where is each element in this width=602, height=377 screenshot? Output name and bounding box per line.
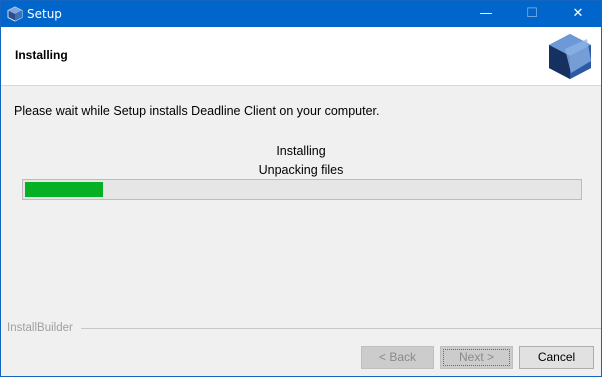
footer-divider bbox=[81, 328, 601, 329]
back-button[interactable]: < Back bbox=[361, 346, 434, 369]
install-message: Please wait while Setup installs Deadlin… bbox=[14, 104, 380, 118]
setup-window: Setup — ☐ ✕ Installing Please wait while… bbox=[0, 0, 602, 377]
next-button[interactable]: Next > bbox=[440, 346, 513, 369]
app-icon bbox=[7, 6, 23, 22]
window-title: Setup bbox=[27, 7, 62, 21]
cancel-button[interactable]: Cancel bbox=[519, 346, 594, 369]
cube-logo-icon bbox=[549, 34, 591, 79]
close-button[interactable]: ✕ bbox=[555, 1, 601, 27]
focus-ring bbox=[443, 349, 510, 366]
progress-bar bbox=[22, 179, 582, 200]
maximize-button[interactable]: ☐ bbox=[509, 1, 555, 27]
minimize-button[interactable]: — bbox=[463, 1, 509, 27]
header-panel: Installing bbox=[1, 27, 601, 86]
brand-label: InstallBuilder bbox=[7, 322, 73, 334]
title-bar[interactable]: Setup — ☐ ✕ bbox=[1, 1, 601, 27]
progress-bar-fill bbox=[25, 182, 103, 197]
status-text: Installing bbox=[276, 144, 326, 158]
page-title: Installing bbox=[15, 48, 68, 62]
status-detail-text: Unpacking files bbox=[258, 163, 344, 177]
